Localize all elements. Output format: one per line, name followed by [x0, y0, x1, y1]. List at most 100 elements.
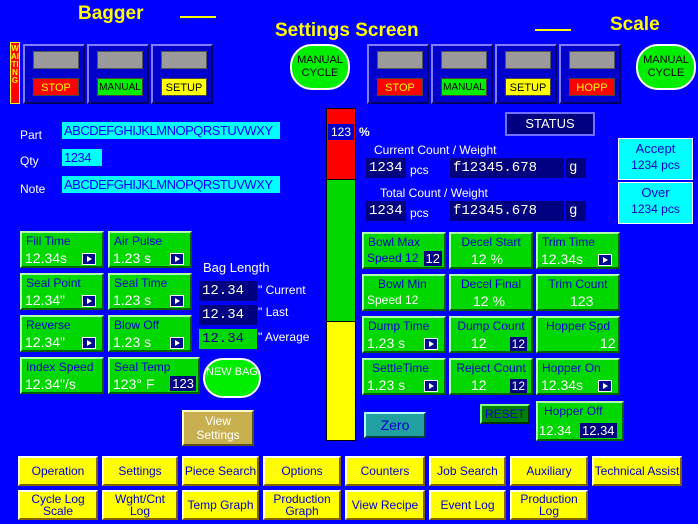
nav-counters-button[interactable]: Counters: [345, 456, 425, 486]
bag-length-current: 12.34: [199, 281, 257, 301]
fill-time-setting[interactable]: Fill Time 12.34s: [20, 231, 104, 268]
setting-value: 123: [570, 293, 594, 309]
scale-hopp-button[interactable]: HOPP: [559, 44, 621, 104]
scale-manual-cycle-button[interactable]: MANUAL CYCLE: [636, 44, 696, 90]
setting-label: Trim Time: [542, 235, 595, 249]
nav-auxiliary-button[interactable]: Auxiliary: [510, 456, 588, 486]
setup-lamp: [505, 51, 551, 69]
bowl-min-setting[interactable]: Bowl Min Speed 12: [362, 274, 446, 311]
seal-time-setting[interactable]: Seal Time 1.23 s: [108, 273, 192, 310]
arrow-right-icon[interactable]: [170, 337, 184, 349]
scale-stop-button[interactable]: STOP: [367, 44, 429, 104]
dump-count-setting[interactable]: Dump Count 12 12: [449, 316, 533, 353]
hopper-speed-setting[interactable]: Hopper Spd 12: [536, 316, 620, 353]
seal-temp-setting[interactable]: Seal Temp 123° F 123: [108, 357, 200, 394]
setting-value: Speed 12: [367, 293, 419, 307]
zero-button[interactable]: Zero: [364, 412, 426, 438]
setting-value: 12.34s: [25, 250, 68, 266]
arrow-right-icon[interactable]: [82, 295, 96, 307]
arrow-right-icon[interactable]: [170, 253, 184, 265]
setting-label: SettleTime: [372, 361, 429, 375]
setting-value: 12.34s: [541, 377, 584, 393]
reverse-setting[interactable]: Reverse 12.34": [20, 315, 104, 352]
arrow-right-icon[interactable]: [598, 380, 612, 392]
setting-label: Hopper Off: [544, 404, 603, 418]
dump-count-actual: 12: [509, 337, 527, 351]
arrow-right-icon[interactable]: [424, 380, 438, 392]
setting-value: 1.23 s: [113, 292, 152, 308]
reset-button[interactable]: RESET: [480, 404, 530, 424]
setting-label: Seal Time: [114, 276, 168, 290]
scale-setup-button[interactable]: SETUP: [495, 44, 557, 104]
setting-label: Air Pulse: [114, 234, 163, 248]
setting-value: 1.23 s: [113, 334, 152, 350]
bagger-setup-button[interactable]: SETUP: [151, 44, 213, 104]
arrow-right-icon[interactable]: [82, 253, 96, 265]
blow-off-setting[interactable]: Blow Off 1.23 s: [108, 315, 192, 352]
nav-temp-graph-button[interactable]: Temp Graph: [182, 490, 259, 520]
scale-manual-button[interactable]: MANUAL: [431, 44, 493, 104]
hopp-lamp: [569, 51, 615, 69]
arrow-right-icon[interactable]: [598, 254, 612, 266]
bagger-manual-cycle-button[interactable]: MANUAL CYCLE: [290, 44, 350, 90]
arrow-right-icon[interactable]: [170, 295, 184, 307]
settings-screen: Bagger Settings Screen Scale WAITING STO…: [0, 0, 698, 524]
setting-label: Index Speed: [26, 360, 94, 374]
qty-field[interactable]: 1234: [62, 149, 102, 166]
nav-event-log-button[interactable]: Event Log: [429, 490, 506, 520]
current-count: 1234: [366, 158, 406, 178]
setting-label: Blow Off: [114, 318, 160, 332]
nav-job-search-button[interactable]: Job Search: [429, 456, 506, 486]
decel-final-setting[interactable]: Decel Final 12 %: [449, 274, 533, 311]
nav-technical-assist-button[interactable]: Technical Assist: [592, 456, 682, 486]
nav-production-graph-button[interactable]: Production Graph: [263, 490, 341, 520]
manual-lamp: [97, 51, 143, 69]
hopper-off-actual: 12.34: [580, 423, 617, 438]
setting-label: Bowl Min: [378, 277, 427, 291]
reject-count-setting[interactable]: Reject Count 12 12: [449, 358, 533, 395]
nav-cycle-log-scale-button[interactable]: Cycle Log Scale: [18, 490, 98, 520]
bowl-max-setting[interactable]: Bowl Max Speed 12 12: [362, 232, 446, 269]
trim-time-setting[interactable]: Trim Time 12.34s: [536, 232, 620, 269]
nav-production-log-button[interactable]: Production Log: [510, 490, 588, 520]
arrow-right-icon[interactable]: [424, 338, 438, 350]
nav-view-recipe-button[interactable]: View Recipe: [345, 490, 425, 520]
seal-point-setting[interactable]: Seal Point 12.34": [20, 273, 104, 310]
status-button[interactable]: STATUS: [505, 112, 595, 136]
setting-value: 12: [471, 377, 487, 393]
nav-operation-button[interactable]: Operation: [18, 456, 98, 486]
nav-wght-cnt-log-button[interactable]: Wght/Cnt Log: [102, 490, 178, 520]
trim-count-setting[interactable]: Trim Count 123: [536, 274, 620, 311]
bagger-stop-button[interactable]: STOP: [23, 44, 85, 104]
bag-length-last: 12.34: [199, 305, 257, 325]
nav-options-button[interactable]: Options: [263, 456, 341, 486]
setting-label: Fill Time: [26, 234, 71, 248]
setting-value: 1.23 s: [367, 335, 406, 351]
total-count: 1234: [366, 201, 406, 221]
setting-value: 12 %: [471, 251, 503, 267]
decel-start-setting[interactable]: Decel Start 12 %: [449, 232, 533, 269]
settle-time-setting[interactable]: SettleTime 1.23 s: [362, 358, 446, 395]
setting-label: Dump Time: [368, 319, 430, 333]
bagger-manual-button[interactable]: MANUAL: [87, 44, 149, 104]
air-pulse-setting[interactable]: Air Pulse 1.23 s: [108, 231, 192, 268]
current-title: Current Count / Weight: [374, 143, 497, 157]
arrow-right-icon[interactable]: [82, 337, 96, 349]
hopper-off-setting[interactable]: Hopper Off 12.34 12.34: [536, 401, 624, 441]
total-weight-unit: g: [566, 201, 586, 221]
index-speed-setting[interactable]: Index Speed 12.34"/s: [20, 357, 104, 394]
note-field[interactable]: ABCDEFGHIJKLMNOPQRSTUVWXY: [62, 176, 280, 193]
accept-value: 1234 pcs: [631, 158, 680, 172]
part-field[interactable]: ABCDEFGHIJKLMNOPQRSTUVWXY: [62, 122, 280, 139]
view-settings-button[interactable]: View Settings: [182, 410, 254, 446]
total-weight: f12345.678: [450, 201, 564, 221]
current-count-unit: pcs: [410, 163, 429, 177]
setting-label: Hopper Spd: [545, 319, 611, 333]
hopper-on-setting[interactable]: Hopper On 12.34s: [536, 358, 620, 395]
nav-settings-button[interactable]: Settings: [102, 456, 178, 486]
dump-time-setting[interactable]: Dump Time 1.23 s: [362, 316, 446, 353]
new-bag-button[interactable]: NEW BAG: [203, 358, 261, 398]
bag-length-title: Bag Length: [203, 260, 270, 275]
setting-value: 123° F: [113, 376, 155, 392]
nav-piece-search-button[interactable]: Piece Search: [182, 456, 259, 486]
